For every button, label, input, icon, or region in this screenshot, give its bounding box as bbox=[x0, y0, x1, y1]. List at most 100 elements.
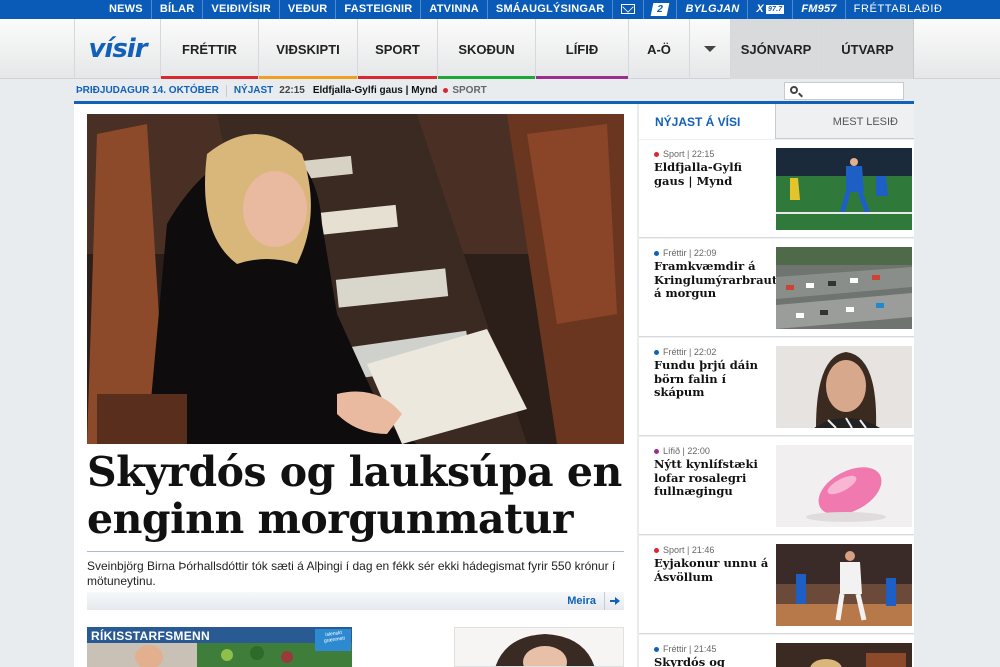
more-label: Meira bbox=[567, 595, 596, 607]
category-dot bbox=[654, 448, 659, 454]
nav-vidskipti[interactable]: VIÐSKIPTI bbox=[258, 19, 357, 79]
item-thumbnail bbox=[776, 643, 912, 667]
nav-utvarp[interactable]: ÚTVARP bbox=[821, 19, 914, 79]
handball-photo bbox=[776, 544, 912, 626]
network-bar: NEWS BÍLAR VEIÐIVÍSIR VEÐUR FASTEIGNIR A… bbox=[0, 0, 1000, 19]
item-thumbnail bbox=[776, 148, 912, 230]
nav-a-o-label: A-Ö bbox=[647, 41, 671, 57]
stod2-link[interactable]: 2 bbox=[644, 0, 678, 19]
sidebar-item[interactable]: Sport | 22:15 Eldfjalla-Gylfi gaus | Myn… bbox=[639, 140, 914, 238]
item-meta-text: Fréttir | 22:02 bbox=[663, 347, 717, 357]
item-title: Eyjakonur unnu á Ásvöllum bbox=[654, 556, 769, 584]
item-meta: Fréttir | 22:02 bbox=[654, 347, 716, 357]
topbar-link-fasteignir[interactable]: FASTEIGNIR bbox=[336, 0, 422, 19]
item-meta: Sport | 22:15 bbox=[654, 149, 714, 159]
topbar-link-atvinna[interactable]: ATVINNA bbox=[421, 0, 488, 19]
sidebar-item[interactable]: Fréttir | 21:45 Skyrdós og lauksúpa bbox=[639, 635, 914, 667]
more-link[interactable]: Meira bbox=[87, 592, 624, 610]
bylgjan-link[interactable]: BYLGJAN bbox=[677, 0, 749, 19]
item-title: Framkvæmdir á Kringlumýrarbraut á morgun bbox=[654, 259, 778, 300]
frettabladid-link[interactable]: FRÉTTABLAÐIÐ bbox=[846, 0, 951, 19]
latest-sidebar: NÝJAST Á VÍSI MEST LESIÐ Sport | 22:15 E… bbox=[639, 104, 914, 667]
card-photo bbox=[455, 628, 623, 666]
item-meta: Sport | 21:46 bbox=[654, 545, 714, 555]
logo-text: vísir bbox=[88, 34, 147, 64]
item-meta-text: Lífið | 22:00 bbox=[663, 446, 710, 456]
latest-time: 22:15 bbox=[279, 85, 305, 96]
sidebar-item[interactable]: Lífið | 22:00 Nýtt kynlífstæki lofar ros… bbox=[639, 437, 914, 535]
latest-label: NÝJAST bbox=[233, 85, 274, 96]
main-nav: vísir FRÉTTIR VIÐSKIPTI SPORT SKOÐUN LÍF… bbox=[0, 19, 1000, 79]
item-meta-text: Fréttir | 22:09 bbox=[663, 248, 717, 258]
x977-label: X bbox=[756, 3, 764, 15]
thumbnail-photo bbox=[776, 643, 912, 667]
item-title: Skyrdós og lauksúpa bbox=[654, 655, 725, 667]
item-meta-text: Fréttir | 21:45 bbox=[663, 644, 717, 654]
item-thumbnail bbox=[776, 445, 912, 527]
football-photo bbox=[776, 148, 912, 230]
nav-frettir[interactable]: FRÉTTIR bbox=[160, 19, 258, 79]
traffic-photo bbox=[776, 247, 912, 329]
mail-link[interactable] bbox=[613, 0, 645, 19]
x977-link[interactable]: X 97.7 bbox=[748, 0, 794, 19]
category-dot bbox=[654, 646, 659, 652]
main-headline[interactable]: Skyrdós og lauksúpa en enginn morgunmatu… bbox=[87, 449, 624, 543]
nav-utvarp-label: ÚTVARP bbox=[841, 41, 894, 57]
portrait-photo bbox=[776, 346, 912, 428]
nav-sjonvarp[interactable]: SJÓNVARP bbox=[730, 19, 821, 79]
visir-logo[interactable]: vísir bbox=[74, 19, 160, 79]
search-input[interactable] bbox=[784, 82, 904, 100]
stod2-logo: 2 bbox=[651, 3, 670, 16]
latest-headline-link[interactable]: Eldfjalla-Gylfi gaus | Mynd bbox=[313, 85, 437, 96]
category-dot bbox=[654, 151, 659, 157]
story-card-rikisstarfsmenn[interactable]: RÍKISSTARFSMENN íslenskt grænmeti bbox=[87, 627, 352, 667]
item-meta-text: Sport | 22:15 bbox=[663, 149, 715, 159]
nav-vidskipti-underline bbox=[259, 76, 357, 79]
sidebar-item[interactable]: Sport | 21:46 Eyjakonur unnu á Ásvöllum bbox=[639, 536, 914, 634]
arrow-right-icon bbox=[604, 592, 624, 610]
fm957-link[interactable]: FM957 bbox=[793, 0, 846, 19]
category-dot bbox=[654, 547, 659, 553]
category-dot bbox=[654, 250, 659, 256]
topbar-link-bilar[interactable]: BÍLAR bbox=[152, 0, 204, 19]
category-dot bbox=[654, 349, 659, 355]
nav-sjonvarp-label: SJÓNVARP bbox=[740, 41, 812, 57]
nav-sport[interactable]: SPORT bbox=[357, 19, 437, 79]
item-title: Eldfjalla-Gylfi gaus | Mynd bbox=[654, 160, 742, 188]
nav-frettir-underline bbox=[161, 76, 258, 79]
story-card-portrait[interactable] bbox=[454, 627, 624, 667]
hero-image[interactable] bbox=[87, 114, 624, 444]
sidebar-item[interactable]: Fréttir | 22:02 Fundu þrjú dáin börn fal… bbox=[639, 338, 914, 436]
item-title: Fundu þrjú dáin börn falin í skápum bbox=[654, 358, 758, 399]
sidebar-item[interactable]: Fréttir | 22:09 Framkvæmdir á Kringlumýr… bbox=[639, 239, 914, 337]
tab-most-read[interactable]: MEST LESIÐ bbox=[777, 104, 914, 139]
nav-frettir-label: FRÉTTIR bbox=[182, 41, 237, 57]
current-date: ÞRIÐJUDAGUR 14. OKTÓBER bbox=[76, 85, 219, 96]
topbar-link-veidivisir[interactable]: VEIÐIVÍSIR bbox=[203, 0, 280, 19]
tab-latest[interactable]: NÝJAST Á VÍSI bbox=[639, 104, 776, 139]
nav-more-dropdown[interactable] bbox=[689, 19, 730, 79]
nav-lifid-label: LÍFIÐ bbox=[565, 41, 599, 57]
nav-a-o[interactable]: A-Ö bbox=[628, 19, 689, 79]
nav-skodun[interactable]: SKOÐUN bbox=[437, 19, 535, 79]
nav-skodun-underline bbox=[438, 76, 535, 79]
main-column: Skyrdós og lauksúpa en enginn morgunmatu… bbox=[74, 104, 637, 667]
nav-sport-underline bbox=[358, 76, 437, 79]
item-title: Nýtt kynlífstæki lofar rosalegri fullnæg… bbox=[654, 457, 758, 498]
x977-freq: 97.7 bbox=[765, 4, 785, 14]
topbar-link-vedur[interactable]: VEÐUR bbox=[280, 0, 337, 19]
nav-skodun-label: SKOÐUN bbox=[458, 41, 515, 57]
nav-lifid[interactable]: LÍFIÐ bbox=[535, 19, 628, 79]
sidebar-tabs: NÝJAST Á VÍSI MEST LESIÐ bbox=[639, 104, 914, 139]
main-lede: Sveinbjörg Birna Þórhallsdóttir tók sæti… bbox=[87, 551, 624, 589]
topbar-link-news[interactable]: NEWS bbox=[101, 0, 152, 19]
divider bbox=[225, 84, 227, 97]
date-strip: ÞRIÐJUDAGUR 14. OKTÓBER NÝJAST 22:15 Eld… bbox=[74, 80, 914, 104]
right-gutter bbox=[914, 104, 1000, 667]
search-icon bbox=[790, 86, 798, 94]
card-title: RÍKISSTARFSMENN bbox=[91, 629, 210, 643]
mail-icon bbox=[621, 4, 636, 14]
topbar-link-smaauglysingar[interactable]: SMÁAUGLÝSINGAR bbox=[488, 0, 614, 19]
chevron-down-icon bbox=[704, 46, 716, 52]
nav-lifid-underline bbox=[536, 76, 628, 79]
